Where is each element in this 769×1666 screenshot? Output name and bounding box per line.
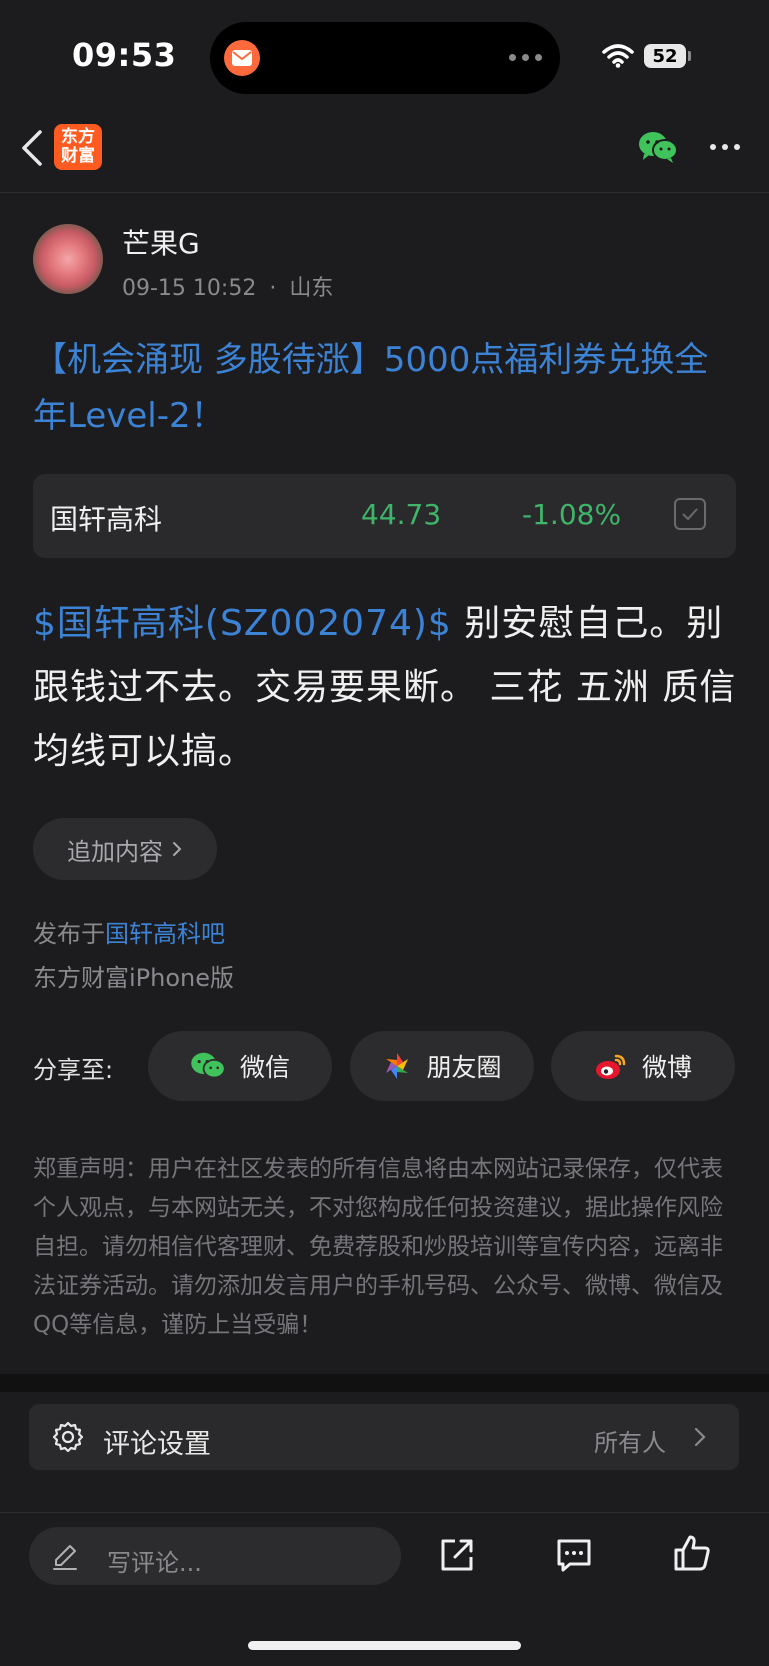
like-icon[interactable] <box>672 1533 712 1577</box>
share-moments-button[interactable]: 朋友圈 <box>350 1031 534 1101</box>
gear-icon <box>51 1420 85 1458</box>
posted-prefix: 发布于 <box>33 920 105 948</box>
author-name[interactable]: 芒果G <box>122 222 200 262</box>
comment-settings-label: 评论设置 <box>103 1429 211 1460</box>
comment-input[interactable]: 写评论... <box>29 1527 401 1585</box>
back-icon[interactable] <box>18 128 46 172</box>
dynamic-island <box>210 22 560 94</box>
wifi-icon <box>602 44 634 72</box>
post-meta: 09-15 10:52 · 山东 <box>122 270 333 302</box>
share-wechat-label: 微信 <box>239 1053 290 1082</box>
post-title[interactable]: 【机会涌现 多股待涨】5000点福利券兑换全年Level-2！ <box>33 332 733 444</box>
mail-icon <box>224 40 260 76</box>
comment-settings-row[interactable]: 评论设置 所有人 <box>29 1404 739 1470</box>
wechat-icon <box>191 1052 226 1079</box>
comment-placeholder: 写评论... <box>107 1549 202 1577</box>
stock-bar-link[interactable]: 国轩高科吧 <box>105 920 225 948</box>
island-dots-icon <box>509 54 542 61</box>
comment-icon[interactable] <box>554 1535 594 1579</box>
battery-icon: 52 <box>644 44 686 68</box>
home-indicator[interactable] <box>248 1641 521 1650</box>
share-icon[interactable] <box>437 1535 477 1579</box>
comment-settings-value: 所有人 <box>594 1429 666 1457</box>
avatar[interactable] <box>33 224 103 294</box>
share-moments-label: 朋友圈 <box>426 1053 502 1082</box>
share-label: 分享至: <box>33 1056 114 1084</box>
add-watchlist-checkbox[interactable] <box>674 498 706 530</box>
nav-divider <box>0 192 769 193</box>
add-content-button[interactable]: 追加内容 <box>33 818 217 880</box>
stock-card[interactable]: 国轩高科 44.73 -1.08% <box>33 474 736 558</box>
stock-name: 国轩高科 <box>50 503 163 536</box>
more-icon[interactable] <box>710 144 740 150</box>
post-content: $国轩高科(SZ002074)$ 别安慰自己。别跟钱过不去。交易要果断。 三花 … <box>33 592 738 784</box>
share-weibo-button[interactable]: 微博 <box>551 1031 735 1101</box>
app-logo: 东方 财富 <box>54 124 102 170</box>
meta-separator: · <box>269 276 277 301</box>
add-content-label: 追加内容 <box>67 837 163 866</box>
pencil-icon <box>51 1543 79 1575</box>
weibo-icon <box>595 1054 626 1079</box>
share-weibo-label: 微博 <box>641 1053 692 1082</box>
battery-tip <box>688 51 691 61</box>
disclaimer-text: 郑重声明：用户在社区发表的所有信息将由本网站记录保存，仅代表个人观点，与本网站无… <box>33 1156 723 1338</box>
chevron-right-icon <box>173 842 182 856</box>
moments-icon <box>386 1053 409 1079</box>
stock-price: 44.73 <box>361 498 442 531</box>
section-divider <box>0 1374 769 1392</box>
share-wechat-button[interactable]: 微信 <box>148 1031 332 1101</box>
wechat-share-icon[interactable] <box>638 130 678 168</box>
posted-in: 发布于国轩高科吧 <box>33 914 225 949</box>
post-timestamp: 09-15 10:52 <box>122 276 257 301</box>
post-device: 东方财富iPhone版 <box>33 964 235 992</box>
stock-tag-link[interactable]: $国轩高科(SZ002074)$ <box>33 603 452 644</box>
status-time: 09:53 <box>72 36 177 74</box>
chevron-right-icon <box>693 1426 707 1452</box>
post-location: 山东 <box>289 276 334 301</box>
stock-change: -1.08% <box>522 498 622 531</box>
